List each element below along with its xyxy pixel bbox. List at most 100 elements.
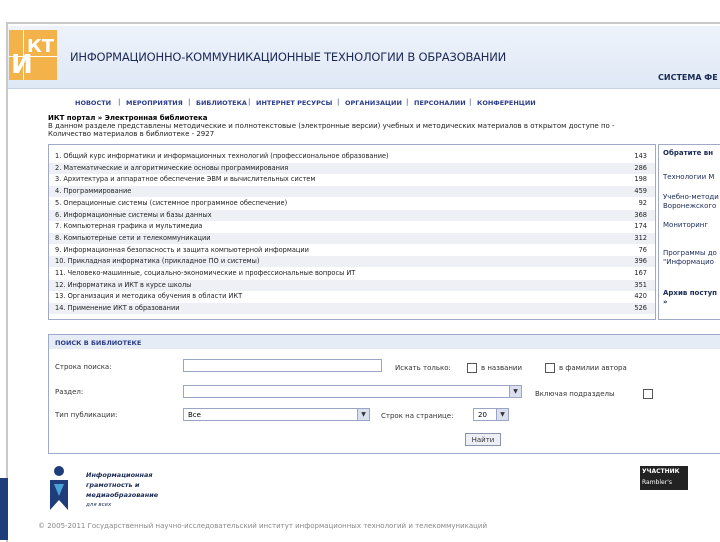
pubtype-select[interactable]: Все ▼ [183, 408, 370, 421]
category-count: 198 [634, 175, 647, 184]
category-row[interactable]: 8. Компьютерные сети и телекоммуникации 3… [49, 232, 655, 244]
category-count: 286 [634, 163, 647, 172]
category-count: 420 [634, 292, 647, 301]
category-count: 167 [634, 269, 647, 277]
category-link[interactable]: 7. Компьютерная графика и мультимедиа [55, 222, 202, 230]
nav-separator: | [248, 98, 251, 106]
category-count: 174 [634, 222, 647, 231]
category-link[interactable]: 13. Организация и методика обучения в об… [55, 292, 242, 300]
material-count: Количество материалов в библиотеке - 292… [48, 130, 215, 138]
category-link[interactable]: 8. Компьютерные сети и телекоммуникации [55, 234, 211, 242]
nav-separator: | [118, 98, 121, 106]
nav-separator: | [469, 98, 472, 106]
browser-top-strip [0, 0, 720, 22]
counter-brand: Rambler's [642, 479, 672, 486]
perpage-selected: 20 [478, 411, 487, 419]
rambler-counter-badge[interactable]: УЧАСТНИК Rambler's [640, 466, 688, 490]
in-titles-checkbox[interactable] [467, 363, 477, 373]
category-row[interactable]: 14. Применение ИКТ в образовании 526 [49, 303, 655, 315]
section-label: Раздел: [55, 388, 84, 396]
category-link[interactable]: 12. Информатика и ИКТ в курсе школы [55, 281, 191, 289]
main-nav: НОВОСТИ | МЕРОПРИЯТИЯ | БИБЛИОТЕКА | ИНТ… [8, 88, 720, 113]
category-row[interactable]: 4. Программирование 459 [49, 186, 655, 198]
chevron-down-icon: ▼ [509, 386, 521, 397]
in-authors-checkbox[interactable] [545, 363, 555, 373]
side-link[interactable]: Учебно-методи [663, 193, 719, 201]
breadcrumb: ИКТ портал » Электронная библиотека [48, 114, 208, 122]
category-count: 526 [634, 304, 647, 313]
logo-line: медиаобразование [86, 491, 159, 499]
nav-events[interactable]: МЕРОПРИЯТИЯ [126, 99, 183, 107]
search-heading: ПОИСК В БИБЛИОТЕКЕ [55, 339, 142, 347]
category-link[interactable]: 3. Архитектура и аппаратное обеспечение … [55, 175, 315, 183]
site-title: ИНФОРМАЦИОННО-КОММУНИКАЦИОННЫЕ ТЕХНОЛОГИ… [70, 50, 507, 64]
perpage-select[interactable]: 20 ▼ [473, 408, 509, 421]
nav-internet-resources[interactable]: ИНТЕРНЕТ РЕСУРСЫ [256, 99, 332, 107]
side-link[interactable]: Технологии М [663, 173, 714, 181]
side-heading: Обратите вн [663, 149, 714, 157]
category-count: 351 [634, 280, 647, 289]
category-link[interactable]: 9. Информационная безопасность и защита … [55, 246, 309, 254]
category-count: 396 [634, 257, 647, 266]
nav-conferences[interactable]: КОНФЕРЕНЦИИ [477, 99, 536, 107]
category-count: 459 [634, 187, 647, 196]
section-select[interactable]: ▼ [183, 385, 522, 398]
category-row[interactable]: 7. Компьютерная графика и мультимедиа 174 [49, 221, 655, 232]
ikt-logo[interactable]: И КТ [9, 30, 57, 80]
side-link[interactable]: Программы до [663, 249, 717, 257]
category-row[interactable]: 9. Информационная безопасность и защита … [49, 245, 655, 256]
media-literacy-logo-text[interactable]: Информационная грамотность и медиаобразо… [86, 470, 158, 510]
category-link[interactable]: 1. Общий курс информатики и информационн… [55, 152, 389, 160]
side-link[interactable]: Мониторинг [663, 221, 708, 229]
nav-library[interactable]: БИБЛИОТЕКА [196, 99, 247, 107]
include-sub-checkbox[interactable] [643, 389, 653, 399]
search-header: ПОИСК В БИБЛИОТЕКЕ [49, 335, 720, 349]
category-link[interactable]: 4. Программирование [55, 187, 131, 195]
category-row[interactable]: 11. Человеко-машинные, социально-экономи… [49, 268, 655, 279]
in-titles-label: в названии [481, 364, 523, 372]
library-intro: В данном разделе представлены методическ… [48, 122, 615, 138]
category-row[interactable]: 1. Общий курс информатики и информационн… [49, 151, 655, 162]
category-link[interactable]: 5. Операционные системы (системное прогр… [55, 199, 287, 207]
logo-letters: КТ [27, 36, 54, 57]
nav-people[interactable]: ПЕРСОНАЛИИ [414, 99, 466, 107]
category-count: 312 [634, 233, 647, 242]
category-row[interactable]: 5. Операционные системы (системное прогр… [49, 198, 655, 209]
side-link[interactable]: Воронежского [663, 202, 716, 210]
side-panel: Обратите вн Технологии М Учебно-методи В… [658, 144, 720, 320]
category-row[interactable]: 3. Архитектура и аппаратное обеспечение … [49, 174, 655, 185]
category-count: 76 [638, 245, 647, 254]
perpage-label: Строк на странице: [381, 412, 454, 420]
category-list: 1. Общий курс информатики и информационн… [48, 144, 656, 320]
query-label: Строка поиска: [55, 363, 112, 371]
category-count: 368 [634, 210, 647, 219]
side-link[interactable]: "Информацио [663, 258, 714, 266]
category-link[interactable]: 6. Информационные системы и базы данных [55, 211, 212, 219]
category-row[interactable]: 2. Математические и алгоритмические осно… [49, 162, 655, 174]
nav-news[interactable]: НОВОСТИ [75, 99, 111, 107]
side-more-link[interactable]: » [663, 298, 668, 306]
media-literacy-logo-icon[interactable] [48, 466, 68, 510]
logo-line: Информационная [86, 471, 153, 479]
nav-organizations[interactable]: ОРГАНИЗАЦИИ [345, 99, 402, 107]
system-label: СИСТЕМА ФЕ [658, 73, 718, 82]
nav-separator: | [406, 98, 409, 106]
category-link[interactable]: 14. Применение ИКТ в образовании [55, 304, 180, 312]
category-row[interactable]: 10. Прикладная информатика (прикладное П… [49, 256, 655, 268]
search-only-label: Искать только: [395, 364, 451, 372]
category-link[interactable]: 11. Человеко-машинные, социально-экономи… [55, 269, 355, 277]
chevron-down-icon: ▼ [357, 409, 369, 420]
in-authors-label: в фамилии автора [559, 364, 627, 372]
category-row[interactable]: 13. Организация и методика обучения в об… [49, 291, 655, 302]
category-row[interactable]: 6. Информационные системы и базы данных 3… [49, 209, 655, 221]
query-input[interactable] [183, 359, 382, 372]
intro-text: В данном разделе представлены методическ… [48, 122, 615, 130]
category-row[interactable]: 12. Информатика и ИКТ в курсе школы 351 [49, 279, 655, 291]
side-archive-link[interactable]: Архив поступ [663, 289, 717, 297]
category-count: 92 [638, 198, 647, 207]
search-submit-button[interactable]: Найти [465, 433, 501, 446]
category-link[interactable]: 2. Математические и алгоритмические осно… [55, 164, 288, 172]
counter-label: УЧАСТНИК [642, 468, 680, 475]
category-link[interactable]: 10. Прикладная информатика (прикладное П… [55, 257, 259, 265]
logo-line: грамотность и [86, 481, 140, 489]
